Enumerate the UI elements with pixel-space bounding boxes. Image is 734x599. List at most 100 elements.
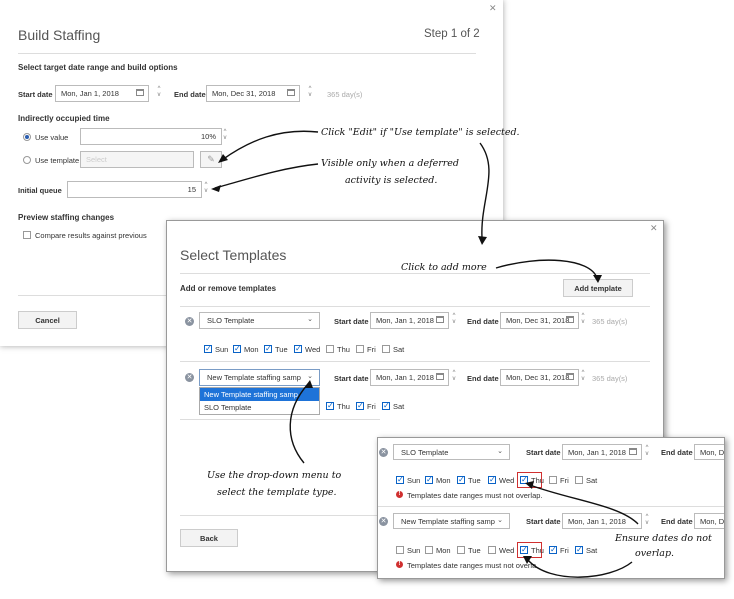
day-checkbox-thu[interactable]: ✓ [520, 476, 528, 484]
add-template-button[interactable]: Add template [563, 279, 633, 297]
end-date-label: End date [467, 374, 499, 383]
chevron-down-icon: ⌄ [497, 448, 503, 455]
calendar-icon[interactable] [629, 448, 637, 455]
day-checkbox-sat[interactable] [382, 345, 390, 353]
day-label: Fri [367, 402, 376, 411]
start-date-spinner[interactable]: ^ v [643, 445, 651, 457]
day-checkbox-sat[interactable]: ✓ [575, 546, 583, 554]
calendar-icon[interactable] [436, 316, 444, 323]
day-checkbox-thu[interactable] [326, 345, 334, 353]
start-date-spinner[interactable]: ^ v [155, 86, 163, 98]
remove-template-icon[interactable]: ✕ [379, 448, 388, 457]
note-visible-2: activity is selected. [345, 175, 438, 186]
start-date-label: Start date [334, 317, 369, 326]
close-icon[interactable]: ✕ [489, 3, 497, 14]
day-checkbox-sun[interactable]: ✓ [396, 476, 404, 484]
day-checkbox-wed[interactable]: ✓ [294, 345, 302, 353]
day-label: Sun [407, 476, 421, 485]
day-checkbox-mon[interactable]: ✓ [425, 476, 433, 484]
day-label: Thu [337, 402, 350, 411]
start-date-field[interactable]: Mon, Jan 1, 2018 [55, 85, 149, 102]
step-indicator: Step 1 of 2 [424, 28, 480, 40]
day-checkbox-fri[interactable] [356, 345, 364, 353]
end-date-label: End date [174, 90, 206, 99]
day-checkbox-wed[interactable] [488, 546, 496, 554]
day-checkbox-sun[interactable]: ✓ [204, 345, 212, 353]
calendar-icon[interactable] [436, 373, 444, 380]
start-date-field[interactable]: Mon, Jan 1, 2018 [370, 312, 449, 329]
day-checkbox-sat[interactable]: ✓ [382, 402, 390, 410]
close-icon[interactable]: ✕ [650, 223, 658, 234]
day-checkbox-mon[interactable] [425, 546, 433, 554]
use-value-input[interactable]: 10% [80, 128, 222, 145]
day-label: Sat [586, 476, 598, 485]
start-date-spinner[interactable]: ^ v [643, 514, 651, 526]
divider [18, 53, 476, 54]
template-select-row2[interactable]: New Template staffing samp ⌄ [393, 513, 510, 529]
start-date-value: Mon, Jan 1, 2018 [568, 516, 626, 526]
dropdown-option[interactable]: New Template staffing samp [200, 388, 319, 401]
note-visible-1: Visible only when a deferred [321, 158, 459, 169]
note-edit: Click "Edit" if "Use template" is select… [321, 127, 520, 138]
dropdown-option[interactable]: SLO Template [200, 401, 319, 414]
compare-checkbox[interactable] [23, 231, 31, 239]
day-checkbox-fri[interactable]: ✓ [356, 402, 364, 410]
calendar-icon[interactable] [136, 89, 144, 96]
use-value-radio[interactable] [23, 133, 31, 141]
end-date-spinner[interactable]: ^ v [306, 86, 314, 98]
calendar-icon[interactable] [566, 373, 574, 380]
note-dropdown-2: select the template type. [217, 487, 337, 498]
cancel-button[interactable]: Cancel [18, 311, 77, 329]
template-select-row2[interactable]: New Template staffing samp ⌄ [199, 369, 320, 386]
template-select-placeholder: Select [86, 155, 107, 164]
day-checkbox-wed[interactable]: ✓ [488, 476, 496, 484]
start-date-field[interactable]: Mon, Jan 1, 2018 [562, 513, 642, 529]
edit-template-button[interactable]: ✎ [200, 151, 222, 168]
day-checkbox-thu[interactable]: ✓ [520, 546, 528, 554]
remove-template-icon[interactable]: ✕ [185, 317, 194, 326]
day-checkbox-tue[interactable] [457, 546, 465, 554]
use-value-amount: 10% [200, 132, 216, 141]
end-date-value: Mon, De [700, 447, 725, 457]
template-select-row1[interactable]: SLO Template ⌄ [393, 444, 510, 460]
end-date-spinner[interactable]: ^ v [579, 313, 587, 325]
start-date-field[interactable]: Mon, Jan 1, 2018 [562, 444, 642, 460]
day-checkbox-thu[interactable]: ✓ [326, 402, 334, 410]
end-date-field[interactable]: Mon, Dec 31, 2018 [500, 369, 579, 386]
start-date-spinner[interactable]: ^ v [450, 370, 458, 382]
template-select-row1[interactable]: SLO Template ⌄ [199, 312, 320, 329]
remove-template-icon[interactable]: ✕ [379, 517, 388, 526]
day-checkbox-tue[interactable]: ✓ [264, 345, 272, 353]
day-checkbox-tue[interactable]: ✓ [457, 476, 465, 484]
day-label: Fri [560, 546, 569, 555]
initial-queue-spinner[interactable]: ^ v [202, 182, 210, 194]
use-template-radio[interactable] [23, 156, 31, 164]
start-date-spinner[interactable]: ^ v [450, 313, 458, 325]
day-label: Sun [215, 345, 229, 354]
end-date-field[interactable]: Mon, Dec 31, 2018 [206, 85, 300, 102]
day-checkbox-mon[interactable]: ✓ [233, 345, 241, 353]
end-date-field[interactable]: Mon, Dec 31, 2018 [500, 312, 579, 329]
template-select-value: SLO Template [207, 316, 255, 325]
template-select-value: New Template staffing samp [207, 373, 301, 382]
end-date-spinner[interactable]: ^ v [579, 370, 587, 382]
start-date-field[interactable]: Mon, Jan 1, 2018 [370, 369, 449, 386]
end-date-field[interactable]: Mon, De [694, 444, 725, 460]
end-date-label: End date [467, 317, 499, 326]
day-checkbox-fri[interactable]: ✓ [549, 546, 557, 554]
end-date-field[interactable]: Mon, De [694, 513, 724, 529]
remove-template-icon[interactable]: ✕ [185, 373, 194, 382]
day-checkbox-sat[interactable] [575, 476, 583, 484]
day-checkbox-sun[interactable] [396, 546, 404, 554]
pencil-icon: ✎ [207, 154, 215, 164]
note-ensure-1: Ensure dates do not [615, 533, 712, 544]
calendar-icon[interactable] [287, 89, 295, 96]
initial-queue-input[interactable]: 15 [67, 181, 202, 198]
day-checkbox-fri[interactable] [549, 476, 557, 484]
divider [180, 515, 380, 516]
day-label: Fri [560, 476, 569, 485]
back-button[interactable]: Back [180, 529, 238, 547]
section-preview: Preview staffing changes [18, 213, 115, 222]
use-value-spinner[interactable]: ^ v [221, 129, 229, 141]
calendar-icon[interactable] [566, 316, 574, 323]
